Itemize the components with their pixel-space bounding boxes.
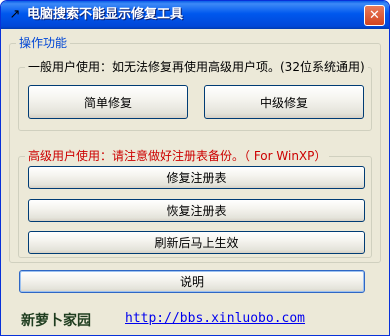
- restore-registry-label: 恢复注册表: [166, 204, 227, 218]
- simple-repair-button[interactable]: 简单修复: [28, 85, 188, 119]
- repair-registry-button[interactable]: 修复注册表: [28, 166, 365, 189]
- close-icon: ✕: [369, 8, 380, 23]
- restore-registry-button[interactable]: 恢复注册表: [28, 199, 365, 222]
- title-bar[interactable]: ↗ 电脑搜索不能显示修复工具 ✕: [1, 1, 389, 29]
- footer-link[interactable]: http://bbs.xinluobo.com: [125, 311, 305, 326]
- explain-button[interactable]: 说明: [19, 270, 365, 293]
- repair-registry-label: 修复注册表: [166, 171, 227, 185]
- window-title: 电脑搜索不能显示修复工具: [27, 7, 184, 22]
- intermediate-repair-label: 中级修复: [259, 95, 308, 110]
- close-button[interactable]: ✕: [364, 5, 385, 26]
- footer-logo: 新萝卜家园: [21, 313, 91, 329]
- intermediate-repair-button[interactable]: 中级修复: [204, 85, 364, 119]
- simple-repair-label: 简单修复: [83, 95, 132, 110]
- app-icon: ↗: [9, 7, 21, 22]
- app-window: ↗ 电脑搜索不能显示修复工具 ✕ 操作功能 一般用户使用：如无法修复再使用高级用…: [0, 0, 390, 336]
- explain-label: 说明: [179, 275, 204, 289]
- operations-group-title: 操作功能: [16, 36, 71, 50]
- refresh-apply-button[interactable]: 刷新后马上生效: [28, 231, 365, 254]
- normal-user-group-title: 一般用户使用：如无法修复再使用高级用户项。(32位系统通用): [25, 60, 368, 74]
- advanced-user-group-title: 高级用户使用：请注意做好注册表备份。（ For WinXP）: [25, 149, 330, 163]
- refresh-apply-label: 刷新后马上生效: [154, 236, 239, 250]
